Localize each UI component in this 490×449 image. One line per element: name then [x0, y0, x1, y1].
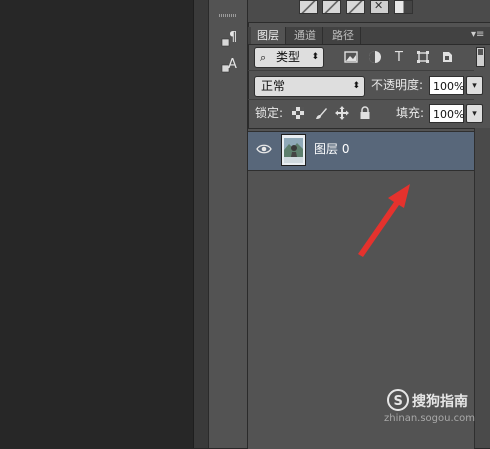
lock-label: 锁定: — [255, 106, 284, 120]
panel-menu-icon[interactable]: ▾≡ — [471, 27, 487, 43]
style-preset-icon[interactable] — [346, 0, 365, 14]
fill-dropdown-button[interactable]: ▾ — [466, 104, 483, 123]
watermark-text: 搜狗指南 — [412, 394, 468, 410]
select-arrow-icon: ⬍ — [311, 52, 319, 62]
tab-channels[interactable]: 通道 — [288, 27, 323, 44]
svg-text:A: A — [228, 57, 237, 72]
opacity-dropdown-button[interactable]: ▾ — [466, 76, 483, 95]
tab-layers[interactable]: 图层 — [251, 27, 286, 44]
paragraph-style-icon[interactable]: ¶ — [218, 27, 242, 49]
adjustment-filter-icon[interactable] — [368, 50, 382, 64]
style-preset-icon[interactable] — [394, 0, 413, 14]
style-preset-icon[interactable] — [299, 0, 318, 14]
character-style-icon[interactable]: A — [218, 53, 242, 75]
text-filter-icon[interactable]: T — [392, 50, 406, 65]
style-preset-icon[interactable] — [322, 0, 341, 14]
document-canvas — [0, 0, 193, 448]
blend-mode-select[interactable]: 正常 ⬍ — [254, 76, 365, 97]
sogou-logo-icon: S — [387, 389, 409, 411]
eye-icon[interactable] — [256, 143, 272, 155]
filter-toggle-switch[interactable] — [476, 47, 485, 67]
canvas-scroll-edge — [193, 0, 209, 448]
divider — [248, 70, 474, 71]
lock-all-icon[interactable] — [358, 106, 372, 120]
no-style-icon[interactable] — [370, 0, 389, 14]
lock-image-pixels-icon[interactable] — [314, 106, 328, 120]
opacity-label: 不透明度: — [371, 78, 424, 92]
image-filter-icon[interactable] — [344, 50, 358, 64]
panel-top-strip — [248, 0, 490, 23]
annotation-arrow — [358, 184, 410, 257]
select-arrow-icon: ⬍ — [352, 81, 360, 91]
opacity-input[interactable]: 100% — [429, 76, 464, 95]
search-icon: ⌕ — [260, 51, 267, 64]
dock-grip[interactable] — [219, 14, 237, 17]
fill-input[interactable]: 100% — [429, 104, 464, 123]
blend-mode-value: 正常 — [261, 79, 286, 93]
svg-text:¶: ¶ — [229, 30, 237, 45]
shape-filter-icon[interactable] — [416, 50, 430, 64]
lock-transparent-pixels-icon[interactable] — [291, 106, 305, 120]
filter-type-label: 类型 — [276, 50, 301, 64]
watermark-url: zhinan.sogou.com — [384, 413, 476, 424]
layer-thumbnail — [281, 134, 306, 166]
divider — [248, 99, 474, 100]
tab-paths[interactable]: 路径 — [326, 27, 361, 44]
lock-position-icon[interactable] — [335, 106, 349, 120]
filter-type-select[interactable]: ⌕ 类型 ⬍ — [254, 47, 324, 68]
layer-name: 图层 0 — [314, 142, 350, 156]
smart-object-filter-icon[interactable] — [440, 50, 454, 64]
layers-scrollbar[interactable] — [474, 128, 490, 448]
svg-text:S: S — [394, 394, 403, 409]
fill-label: 填充: — [396, 106, 425, 120]
